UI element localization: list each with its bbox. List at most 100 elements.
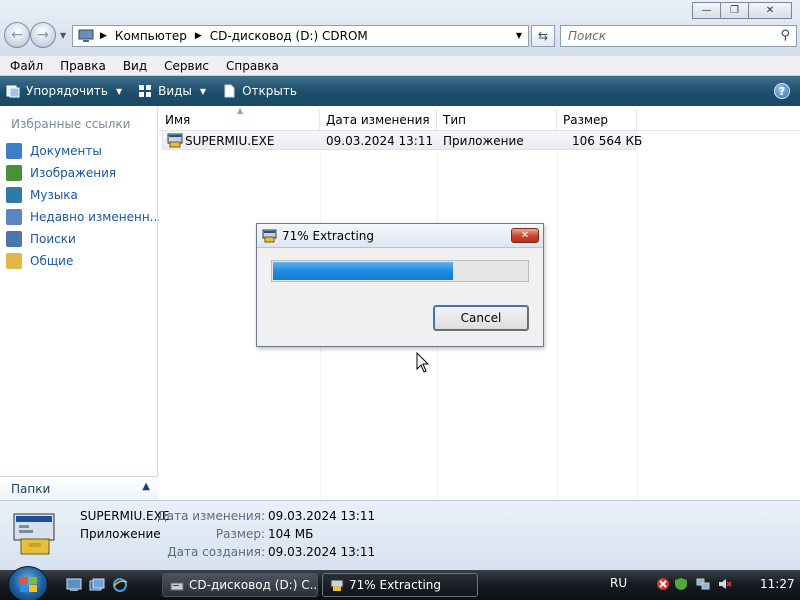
details-modified-label: Дата изменения: [157, 509, 265, 523]
chevron-up-icon: ▲ [142, 481, 150, 492]
task-label: CD-дисковод (D:) C... [189, 578, 318, 592]
taskbar-item-explorer[interactable]: CD-дисковод (D:) C... [162, 573, 318, 597]
progress-fill [273, 262, 453, 280]
dialog-title-bar[interactable]: 71% Extracting ✕ [257, 224, 543, 248]
favorite-label: Недавно измененн... [30, 210, 162, 224]
back-button[interactable]: ← [4, 22, 30, 48]
column-date-modified[interactable]: Дата изменения [320, 109, 437, 131]
menu-file[interactable]: Файл [10, 59, 43, 73]
column-divider [557, 131, 558, 500]
menu-bar: Файл Правка Вид Сервис Справка [0, 56, 800, 76]
installer-icon [167, 133, 183, 148]
maximize-button[interactable]: ❐ [720, 2, 749, 19]
security-shield-icon[interactable] [674, 577, 688, 591]
file-name: SUPERMIU.EXE [185, 134, 275, 148]
cancel-button[interactable]: Cancel [433, 305, 529, 331]
recent-pages-dropdown[interactable]: ▼ [60, 31, 66, 40]
taskbar: CD-дисковод (D:) C... 71% Extracting RU … [0, 566, 800, 600]
favorite-searches[interactable]: Поиски [6, 228, 161, 250]
favorite-label: Музыка [30, 188, 78, 202]
start-button[interactable] [8, 566, 48, 600]
organize-button[interactable]: Упорядочить ▼ [6, 84, 122, 98]
search-input[interactable]: Поиск ⚲ [560, 25, 797, 47]
favorite-label: Общие [30, 254, 74, 268]
open-button[interactable]: Открыть [222, 84, 297, 98]
pictures-icon [6, 165, 22, 181]
documents-icon [6, 143, 22, 159]
breadcrumb-cd-drive[interactable]: CD-дисковод (D:) CDROM [210, 29, 368, 43]
search-icon[interactable]: ⚲ [780, 28, 790, 43]
folders-toggle[interactable]: Папки ▲ [0, 476, 158, 500]
help-icon[interactable]: ? [774, 83, 790, 99]
column-size[interactable]: Размер [557, 109, 637, 131]
installer-icon [330, 579, 344, 591]
open-label: Открыть [242, 84, 297, 98]
volume-muted-icon[interactable] [718, 577, 732, 591]
window-controls: — ❐ ✕ [692, 2, 792, 19]
favorite-pictures[interactable]: Изображения [6, 162, 161, 184]
file-type: Приложение [443, 134, 524, 148]
favorite-label: Документы [30, 144, 102, 158]
favorite-recent[interactable]: Недавно измененн... [6, 206, 161, 228]
installer-icon [262, 229, 277, 243]
dialog-close-button[interactable]: ✕ [511, 228, 539, 243]
menu-tools[interactable]: Сервис [164, 59, 209, 73]
chevron-down-icon: ▼ [115, 86, 123, 96]
column-name[interactable]: Имя [159, 109, 320, 131]
details-pane: SUPERMIU.EXE Приложение Дата изменения: … [0, 500, 800, 570]
favorite-public[interactable]: Общие [6, 250, 161, 272]
column-type[interactable]: Тип [437, 109, 557, 131]
close-button[interactable]: ✕ [748, 2, 792, 19]
favorite-documents[interactable]: Документы [6, 140, 161, 162]
menu-help[interactable]: Справка [226, 59, 279, 73]
mouse-cursor-icon [416, 352, 430, 373]
taskbar-item-extracting[interactable]: 71% Extracting [322, 573, 478, 597]
searches-icon [6, 231, 22, 247]
cd-drive-icon [170, 582, 184, 591]
favorite-label: Поиски [30, 232, 76, 246]
task-label: 71% Extracting [349, 578, 442, 592]
favorites-list: Документы Изображения Музыка Недавно изм… [6, 140, 161, 272]
network-error-icon[interactable] [656, 577, 670, 591]
menu-edit[interactable]: Правка [60, 59, 106, 73]
file-size: 106 564 КБ [572, 134, 643, 148]
details-size-value: 104 МБ [268, 527, 314, 541]
details-modified-value: 09.03.2024 13:11 [268, 509, 376, 523]
public-folder-icon [6, 253, 22, 269]
windows-logo-icon [20, 577, 37, 592]
recent-icon [6, 209, 22, 225]
show-desktop-icon[interactable] [66, 578, 82, 592]
minimize-button[interactable]: — [692, 2, 721, 19]
favorite-music[interactable]: Музыка [6, 184, 161, 206]
views-button[interactable]: Виды ▼ [138, 84, 206, 98]
details-created-value: 09.03.2024 13:11 [268, 545, 376, 559]
extract-progress-bar [271, 260, 529, 282]
switch-windows-icon[interactable] [89, 578, 105, 592]
table-row[interactable]: SUPERMIU.EXE 09.03.2024 13:11 Приложение… [162, 130, 642, 150]
address-dropdown-icon[interactable]: ▼ [516, 31, 522, 40]
clock[interactable]: 11:27 [760, 577, 795, 591]
computer-icon [78, 29, 94, 42]
breadcrumb-separator-icon: ▶ [194, 31, 202, 41]
favorites-title: Избранные ссылки [11, 117, 131, 131]
internet-explorer-icon[interactable] [112, 578, 128, 592]
refresh-button[interactable]: ⇆ [531, 25, 555, 47]
navigation-pane: Избранные ссылки Документы Изображения М… [0, 106, 161, 500]
search-placeholder: Поиск [568, 29, 607, 43]
forward-button[interactable]: → [30, 22, 56, 48]
music-icon [6, 187, 22, 203]
address-bar[interactable]: ▶ Компьютер ▶ CD-дисковод (D:) CDROM ▼ [72, 25, 529, 47]
organize-label: Упорядочить [26, 84, 108, 98]
network-icon[interactable] [696, 577, 710, 591]
dialog-title: 71% Extracting [282, 229, 375, 243]
menu-view[interactable]: Вид [123, 59, 147, 73]
breadcrumb-computer[interactable]: Компьютер [115, 29, 187, 43]
installer-icon [13, 513, 55, 555]
open-file-icon [224, 84, 235, 98]
refresh-icon: ⇆ [537, 29, 549, 43]
details-file-type: Приложение [80, 527, 161, 541]
chevron-down-icon: ▼ [199, 86, 207, 96]
language-indicator[interactable]: RU [610, 576, 627, 590]
back-arrow-icon: ← [11, 27, 23, 43]
extracting-dialog: 71% Extracting ✕ Cancel [256, 223, 544, 347]
